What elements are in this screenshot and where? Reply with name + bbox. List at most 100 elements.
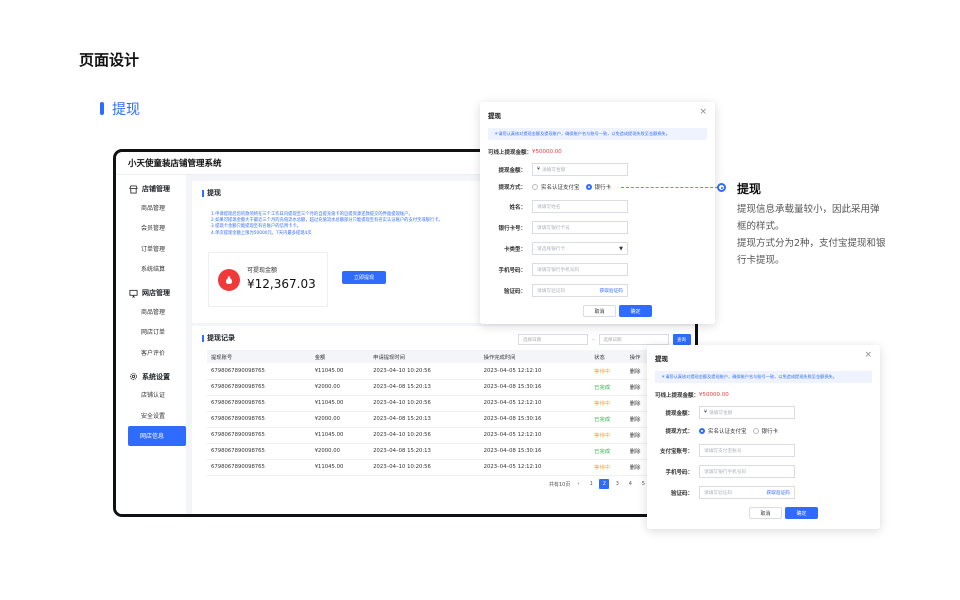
get-code-link[interactable]: 获取验证码	[767, 490, 790, 496]
gear-icon	[128, 372, 138, 382]
amount-row: 提现金额： ¥ 请填写金额	[480, 163, 628, 176]
method-row: 提现方式： 实名认证支付宝 银行卡	[647, 427, 784, 435]
date-filter: 选择日期 – 选择日期 查询	[518, 334, 691, 345]
caret-down-icon: ▼	[619, 245, 623, 252]
name-input[interactable]: 请填写姓名	[532, 200, 628, 213]
pager-page[interactable]: 4	[625, 479, 635, 489]
radio-bankcard[interactable]: 银行卡	[585, 183, 611, 191]
sidebar-item[interactable]: 会员管理	[116, 218, 186, 239]
card-type-placeholder: 请选择银行卡	[537, 246, 566, 252]
column-header: 申请提现时间	[369, 350, 480, 363]
section-title: 提现	[112, 102, 140, 118]
card-input[interactable]: 请填写银行卡号	[532, 221, 628, 234]
table-cell: 6798067890098765	[207, 395, 311, 412]
sidebar-item[interactable]: 网店订单	[116, 322, 186, 343]
store-icon	[128, 184, 138, 194]
table-cell: 2023–04–08 15:30:16	[479, 379, 591, 396]
table-cell: 6798067890098765	[207, 427, 311, 444]
table-cell: 2023–04–10 10:20:56	[369, 395, 480, 412]
code-label: 验证码：	[503, 288, 526, 295]
sidebar-group-online[interactable]: 网店管理	[116, 285, 186, 301]
records-table: 提现账号 金额 申请提现时间 操作完成时间 状态 操作 6798067890098765 ¥…	[207, 350, 652, 476]
description-line: 提现信息承载量较小，因此采用弹框的样式。	[737, 204, 880, 232]
table-header-row: 提现账号 金额 申请提现时间 操作完成时间 状态 操作	[207, 350, 652, 363]
amount-input[interactable]: ¥ 请填写金额	[532, 163, 628, 176]
pager-page[interactable]: 1	[586, 479, 596, 489]
card-type-select[interactable]: 请选择银行卡 ▼	[532, 242, 628, 255]
radio-bankcard[interactable]: 银行卡	[752, 427, 778, 435]
card-label: 银行卡号：	[498, 225, 526, 232]
amount-placeholder: 请填写金额	[708, 410, 733, 416]
max-amount-row: 可线上提现金额： ¥50000.00	[488, 148, 562, 156]
alipay-account-input[interactable]: 请填写支付宝账号	[699, 444, 795, 457]
withdraw-dialog-bank: 提现 × ＊请您认真核对提现金额及提现账户，确保账户名与账号一致，以免造成提现失…	[480, 102, 715, 324]
sidebar-item[interactable]: 系统结算	[116, 259, 186, 280]
phone-label: 手机号码：	[665, 469, 693, 476]
balance-label: 可提现金额	[247, 267, 278, 274]
sidebar-item[interactable]: 安全设置	[116, 405, 186, 426]
name-label: 姓名：	[509, 204, 526, 211]
confirm-button[interactable]: 确定	[619, 305, 652, 317]
radio-off-icon	[752, 428, 759, 434]
table-row: 6798067890098765 ¥11045.00 2023–04–10 10:2…	[207, 427, 652, 444]
table-row: 6798067890098765 ¥11045.00 2023–04–10 10:2…	[207, 459, 652, 476]
amount-placeholder: 请填写金额	[541, 167, 566, 173]
sidebar-group-store[interactable]: 店铺管理	[116, 181, 186, 197]
records-body: 6798067890098765 ¥11045.00 2023–04–10 10:2…	[207, 363, 652, 476]
status-cell: 已完成	[590, 443, 626, 460]
sidebar-group-settings[interactable]: 系统设置	[116, 369, 186, 385]
pager-page[interactable]: 2	[599, 479, 610, 489]
status-cell: 等待中	[590, 459, 626, 476]
method-label: 提现方式：	[498, 185, 526, 191]
table-cell: 2023–04–08 15:20:13	[369, 411, 480, 428]
code-input[interactable]: 请填写验证码 获取验证码	[699, 486, 795, 499]
table-row: 6798067890098765 ¥2000.00 2023–04–08 15:20…	[207, 443, 652, 460]
sidebar-item[interactable]: 店铺认证	[116, 385, 186, 406]
date-separator: –	[592, 336, 595, 343]
dialog-title: 提现	[488, 112, 501, 120]
radio-alipay[interactable]: 实名认证支付宝	[532, 183, 580, 191]
sidebar-item[interactable]: 商品管理	[116, 197, 186, 218]
close-icon[interactable]: ×	[864, 350, 872, 360]
confirm-button[interactable]: 确定	[785, 507, 818, 519]
start-date-input[interactable]: 选择日期	[518, 334, 588, 345]
status-cell: 已完成	[590, 379, 626, 396]
cancel-button[interactable]: 取消	[749, 507, 782, 519]
dialog-title: 提现	[655, 355, 668, 363]
monitor-icon	[128, 288, 138, 298]
card-type-label: 卡类型：	[503, 246, 526, 253]
get-code-link[interactable]: 获取验证码	[600, 288, 623, 294]
dialog-notice: ＊请您认真核对提现金额及提现账户，确保账户名与账号一致，以免造成提现失败至金额损…	[655, 371, 872, 383]
amount-label: 提现金额：	[665, 410, 693, 417]
end-date-input[interactable]: 选择日期	[598, 334, 669, 345]
query-button[interactable]: 查询	[672, 334, 691, 345]
withdraw-now-button[interactable]: 立即提现	[342, 271, 386, 284]
pager-page[interactable]: 3	[612, 479, 622, 489]
code-input[interactable]: 请填写验证码 获取验证码	[532, 284, 628, 297]
table-row: 6798067890098765 ¥11045.00 2023–04–10 10:2…	[207, 395, 652, 412]
table-cell: 2023–04–10 10:20:56	[369, 459, 480, 476]
pagination: 共有10页 ‹ 12345	[549, 479, 648, 489]
phone-input[interactable]: 请填写银行手机号码	[699, 465, 795, 478]
table-row: 6798067890098765 ¥2000.00 2023–04–08 15:20…	[207, 411, 652, 428]
sidebar-item[interactable]: 客户评价	[116, 342, 186, 363]
amount-input[interactable]: ¥ 请填写金额	[699, 406, 795, 419]
code-label: 验证码：	[670, 490, 693, 497]
table-cell: 6798067890098765	[207, 443, 311, 460]
close-icon[interactable]: ×	[699, 107, 707, 117]
column-header: 操作完成时间	[479, 350, 591, 363]
cancel-button[interactable]: 取消	[583, 305, 616, 317]
sidebar: 店铺管理 商品管理 会员管理 订单管理 系统结算 网店管理 商品管理 网店订单 …	[116, 175, 186, 514]
radio-alipay[interactable]: 实名认证支付宝	[699, 427, 747, 435]
withdraw-card-title: 提现	[202, 188, 221, 198]
code-placeholder: 请填写验证码	[704, 490, 733, 496]
table-cell: 2023–04–05 12:12:10	[479, 395, 591, 412]
withdraw-dialog-alipay: 提现 × ＊请您认真核对提现金额及提现账户，确保账户名与账号一致，以免造成提现失…	[647, 345, 880, 529]
pager-pages: 12345	[586, 479, 648, 489]
pager-prev-icon[interactable]: ‹	[573, 479, 583, 489]
sidebar-item[interactable]: 商品管理	[116, 301, 186, 322]
table-cell: 6798067890098765	[207, 379, 311, 396]
sidebar-item-active[interactable]: 网店信息	[128, 425, 186, 446]
sidebar-item[interactable]: 订单管理	[116, 238, 186, 259]
phone-input[interactable]: 请填写银行手机号码	[532, 263, 628, 276]
